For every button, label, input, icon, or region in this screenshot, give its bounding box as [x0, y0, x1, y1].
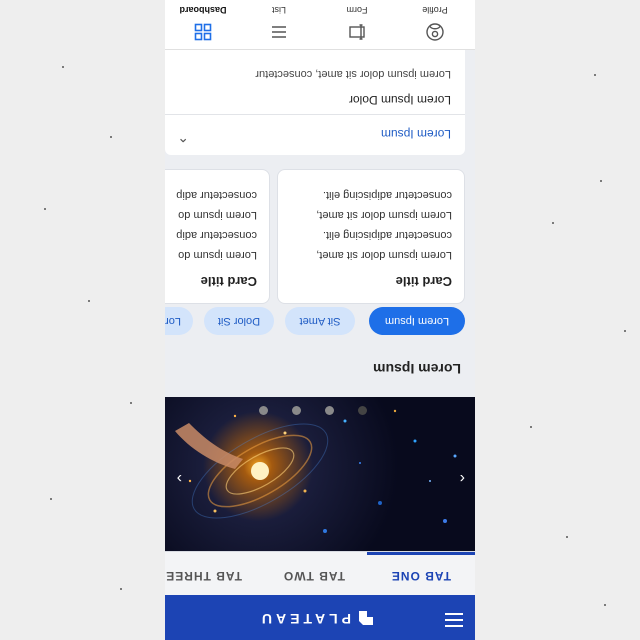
- tab-three[interactable]: TAB THREE: [165, 569, 242, 583]
- form-icon: [349, 24, 365, 40]
- chip-sit-amet[interactable]: Sit Amet: [285, 307, 355, 335]
- nav-profile[interactable]: Profile: [395, 0, 475, 49]
- card-text-line: consectetur adipiscing elit.: [322, 189, 452, 201]
- card-text-line: consectetur adipiscing elit.: [322, 229, 452, 241]
- card-text-line: Lorem ipsum dolor sit amet,: [316, 209, 452, 221]
- card-body: Lorem ipsum dolor sit amet, consectetur …: [284, 185, 452, 265]
- card-title: Card title: [200, 274, 257, 289]
- app-viewport: PLATEAU TAB ONE TAB TWO TAB THREE ‹ › Lo: [165, 0, 475, 640]
- dashboard-icon: [194, 23, 212, 41]
- app-bar: PLATEAU: [165, 595, 475, 640]
- nav-form[interactable]: Form: [317, 0, 397, 49]
- carousel-dot[interactable]: [358, 406, 367, 415]
- tab-two[interactable]: TAB TWO: [283, 569, 345, 583]
- active-tab-indicator: [367, 552, 475, 555]
- chip-lorem-ipsum[interactable]: Lorem Ipsum: [369, 307, 465, 335]
- menu-icon[interactable]: [445, 613, 463, 627]
- carousel-dot[interactable]: [259, 406, 268, 415]
- panel-item-title: Lorem Ipsum Dolor: [348, 93, 451, 107]
- card[interactable]: Card title Lorem ipsum dolor sit amet, c…: [277, 169, 465, 304]
- expansion-panel-header[interactable]: Lorem Ipsum ⌃: [165, 114, 465, 155]
- nav-label: Profile: [422, 5, 448, 15]
- card-title: Card title: [395, 274, 452, 289]
- expansion-panel-title: Lorem Ipsum: [380, 127, 451, 141]
- chip-dolor-sit[interactable]: Dolor Sit: [204, 307, 274, 335]
- card-text-line: consectetur adip: [176, 229, 257, 241]
- card-text-line: Lorem ipsum do: [178, 249, 257, 261]
- plateau-logo-icon: [359, 611, 373, 625]
- panel-item-subtitle: Lorem ipsum dolor sit amet, consectetur: [255, 68, 451, 80]
- tab-bar: TAB ONE TAB TWO TAB THREE: [165, 551, 475, 595]
- nav-label: List: [272, 5, 287, 15]
- tab-one[interactable]: TAB ONE: [391, 569, 451, 583]
- carousel-dot[interactable]: [292, 406, 301, 415]
- carousel-dot[interactable]: [325, 406, 334, 415]
- section-title: Lorem Ipsum: [373, 361, 461, 377]
- chip-partial[interactable]: Lor: [165, 307, 193, 335]
- card-body: Lorem ipsum do consectetur adip Lorem ip…: [165, 185, 257, 265]
- card-text-line: Lorem ipsum dolor sit amet,: [316, 249, 452, 261]
- card-text-line: consectetur adip: [176, 189, 257, 201]
- carousel-prev-icon[interactable]: ‹: [460, 469, 465, 487]
- nav-list[interactable]: List: [239, 0, 319, 49]
- nav-label: Dashboard: [179, 5, 227, 15]
- carousel-next-icon[interactable]: ›: [177, 469, 182, 487]
- list-icon: [272, 26, 286, 38]
- bottom-navigation: Profile Form List Dashboard: [165, 0, 475, 50]
- card-text-line: Lorem ipsum do: [178, 209, 257, 221]
- nav-label: Form: [346, 5, 368, 15]
- nav-dashboard[interactable]: Dashboard: [165, 0, 243, 49]
- brand-name: PLATEAU: [257, 611, 351, 627]
- chevron-up-icon[interactable]: ⌃: [177, 128, 189, 145]
- card[interactable]: Card title Lorem ipsum do consectetur ad…: [165, 169, 270, 304]
- hero-carousel[interactable]: ‹ ›: [165, 397, 475, 551]
- profile-icon: [426, 23, 444, 41]
- hero-image: [175, 409, 457, 533]
